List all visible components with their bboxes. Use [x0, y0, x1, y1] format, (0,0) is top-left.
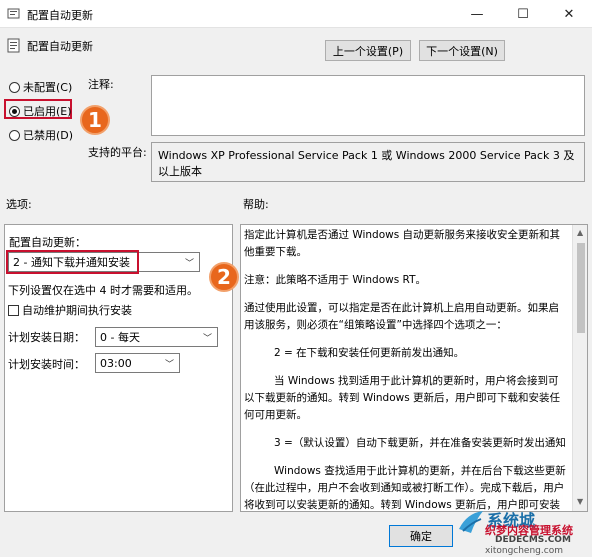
minimize-icon: — [470, 6, 484, 22]
window-title: 配置自动更新 [27, 9, 93, 22]
chevron-down-icon: ﹀ [202, 334, 212, 344]
watermark-line3: xitongcheng.com [485, 546, 563, 556]
radio-circle[interactable] [9, 81, 20, 93]
annotation-badge-1: 1 [80, 105, 110, 135]
help-panel: 指定此计算机是否通过 Windows 自动更新服务来接收安全更新和其他重要下载。… [240, 224, 588, 512]
radio-label: 已禁用(D) [23, 129, 74, 142]
radio-disabled[interactable]: 已禁用(D) [9, 127, 73, 143]
comment-textarea[interactable] [151, 75, 585, 136]
maximize-button[interactable]: ☐ [500, 0, 546, 28]
watermark-line2: DEDECMS.COM [495, 535, 571, 545]
scroll-up-icon[interactable]: ▲ [577, 228, 583, 237]
config-update-label: 配置自动更新： [9, 236, 86, 249]
watermark: 系统城 织梦内容管理系统 DEDECMS.COM xitongcheng.com [455, 505, 592, 557]
help-scrollbar[interactable]: ▲ ▼ [572, 225, 587, 511]
help-paragraph: 指定此计算机是否通过 Windows 自动更新服务来接收安全更新和其他重要下载。 [244, 229, 561, 258]
select-value: 0 - 每天 [100, 331, 140, 344]
radio-label: 已启用(E) [23, 105, 72, 118]
radio-circle[interactable] [9, 129, 20, 141]
ok-button[interactable]: 确定 [389, 525, 453, 547]
setting-icon [7, 38, 20, 53]
policy-name: 配置自动更新 [27, 40, 93, 53]
scrollbar-thumb[interactable] [577, 243, 585, 333]
help-paragraph: 通过使用此设置，可以指定是否在此计算机上启用自动更新。如果启用该服务，则必须在“… [244, 302, 559, 331]
help-paragraph: 3 =（默认设置）自动下载更新，并在准备安装更新时发出通知 [274, 437, 566, 449]
maximize-icon: ☐ [517, 6, 529, 22]
config-highlight-box [6, 250, 139, 274]
prev-setting-button[interactable]: 上一个设置(P) [325, 40, 411, 61]
chevron-down-icon: ﹀ [164, 360, 174, 370]
annotation-badge-2: 2 [209, 262, 239, 292]
options-section-label: 选项: [6, 198, 32, 211]
checkbox-label: 自动维护期间执行安装 [22, 304, 132, 317]
minimize-button[interactable]: — [454, 0, 500, 28]
options-note: 下列设置仅在选中 4 时才需要和适用。 [8, 284, 198, 297]
close-icon: ✕ [563, 6, 575, 22]
close-button[interactable]: ✕ [546, 0, 592, 28]
select-value: 03:00 [100, 356, 132, 370]
checkbox-box[interactable] [8, 304, 19, 316]
install-day-select[interactable]: 0 - 每天 ﹀ [95, 327, 218, 347]
radio-not-configured[interactable]: 未配置(C) [9, 79, 72, 95]
radio-selected-dot [12, 108, 17, 114]
radio-circle[interactable] [9, 105, 20, 117]
watermark-logo-icon [459, 511, 483, 533]
install-time-select[interactable]: 03:00 ﹀ [95, 353, 180, 373]
install-time-label: 计划安装时间： [8, 358, 85, 371]
next-setting-button[interactable]: 下一个设置(N) [419, 40, 505, 61]
install-day-label: 计划安装日期： [8, 331, 85, 344]
radio-label: 未配置(C) [23, 81, 73, 94]
policy-window-icon [7, 8, 20, 19]
help-paragraph: 注意：此策略不适用于 Windows RT。 [244, 274, 426, 286]
maintenance-checkbox[interactable]: 自动维护期间执行安装 [8, 302, 132, 318]
platform-text: Windows XP Professional Service Pack 1 或… [151, 142, 585, 182]
radio-enabled[interactable]: 已启用(E) [9, 103, 72, 119]
help-paragraph: 当 Windows 找到适用于此计算机的更新时，用户将会接到可以下载更新的通知。… [244, 375, 561, 421]
help-paragraph: 2 = 在下载和安装任何更新前发出通知。 [274, 347, 465, 359]
help-text: 指定此计算机是否通过 Windows 自动更新服务来接收安全更新和其他重要下载。… [244, 227, 569, 511]
comment-label: 注释: [88, 78, 114, 91]
platform-label: 支持的平台: [88, 146, 147, 159]
chevron-down-icon: ﹀ [184, 259, 194, 269]
help-section-label: 帮助: [243, 198, 269, 211]
